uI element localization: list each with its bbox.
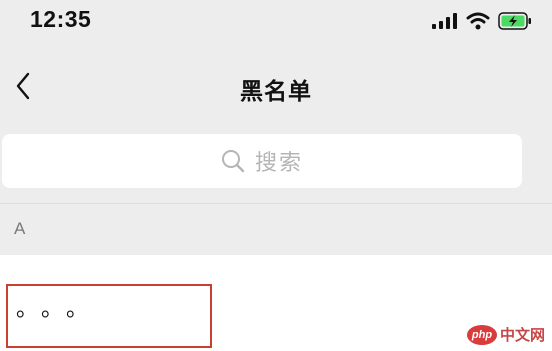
watermark-text: 中文网 — [500, 327, 546, 344]
search-icon — [221, 150, 245, 173]
page-title: 黑名单 — [240, 78, 312, 104]
signal-icon — [432, 13, 457, 29]
status-icons — [432, 10, 532, 32]
php-logo: php — [467, 324, 497, 345]
divider — [0, 203, 552, 204]
battery-charging-icon — [498, 12, 531, 30]
watermark: php 中文网 — [467, 324, 545, 345]
search-placeholder: 搜索 — [254, 150, 303, 175]
wifi-icon — [466, 12, 490, 30]
contact-name: 。。。 — [16, 296, 103, 321]
nav-bar: 黑名单 — [0, 60, 552, 112]
section-header: A — [14, 219, 26, 238]
status-time: 12:35 — [30, 6, 92, 32]
status-bar: 12:35 — [0, 0, 552, 44]
search-input[interactable]: 搜索 — [2, 134, 522, 188]
